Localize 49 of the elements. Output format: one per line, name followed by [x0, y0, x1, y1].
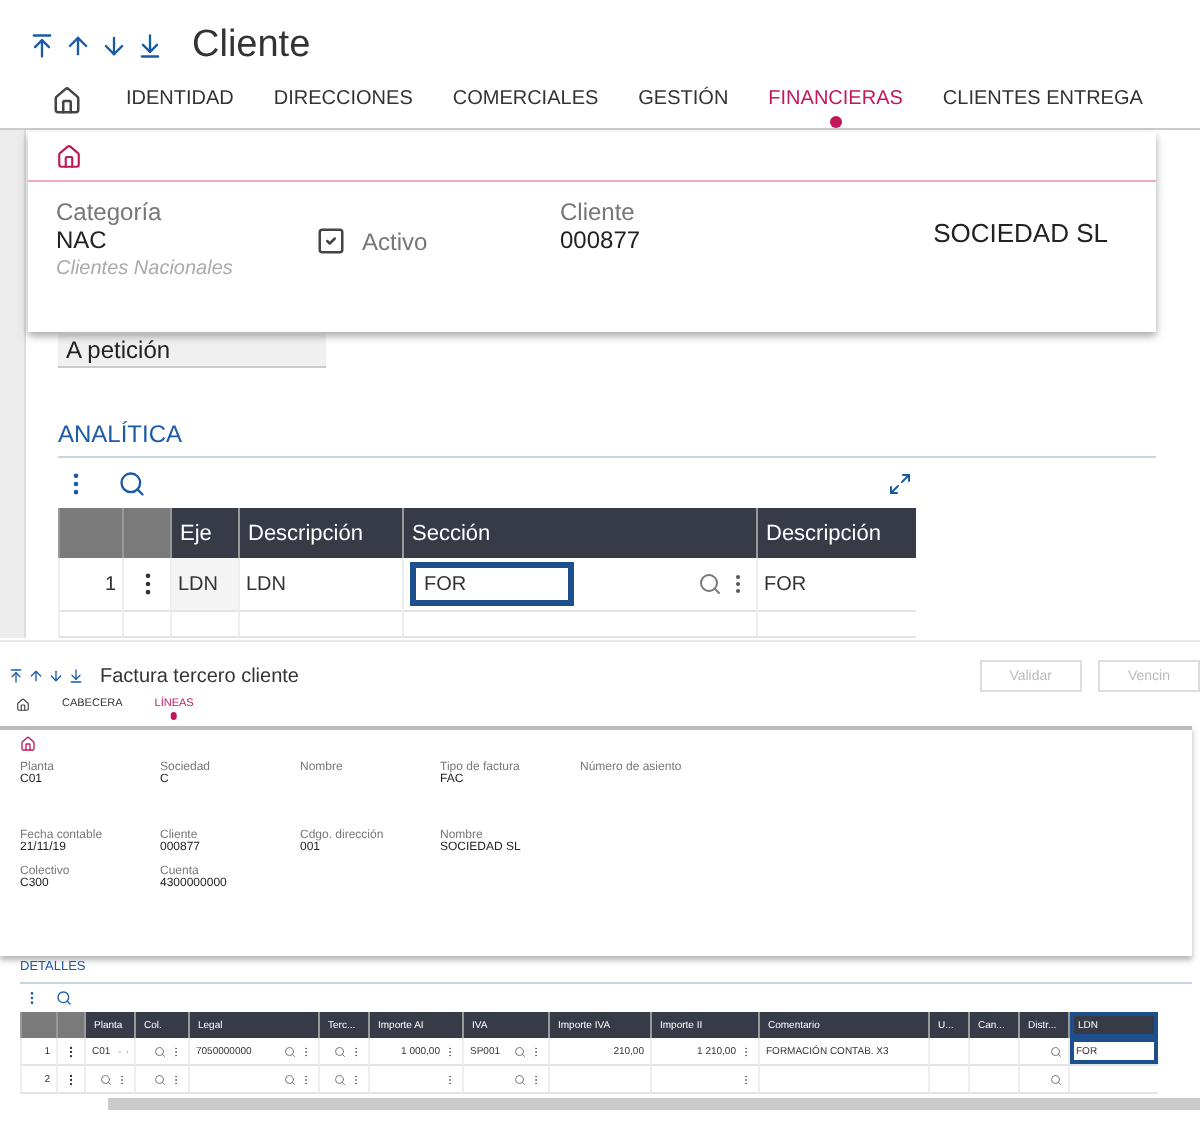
home-icon[interactable] [16, 697, 30, 711]
checkbox-checked-icon[interactable] [316, 226, 346, 256]
page-title: Factura tercero cliente [100, 665, 299, 687]
field-value: 000877 [560, 226, 643, 254]
tab[interactable]: GESTIÓN [618, 72, 749, 128]
table-cell: FOR [756, 558, 916, 612]
table-cell [928, 1038, 968, 1066]
table-cell: LDN [170, 558, 238, 612]
header-corner [56, 1012, 84, 1038]
header-corner [20, 1012, 56, 1038]
first-record-icon[interactable] [8, 668, 24, 684]
home-icon[interactable] [20, 736, 36, 752]
section-input[interactable]: FOR [410, 562, 574, 606]
horizontal-scrollbar[interactable] [108, 1098, 1200, 1110]
column-header: Descripción [756, 508, 916, 558]
field-label: Cliente [560, 198, 637, 226]
tab[interactable]: FINANCIERAS [748, 72, 923, 128]
page-title: Cliente [192, 24, 311, 68]
next-record-icon[interactable] [100, 32, 128, 60]
first-record-icon[interactable] [28, 32, 56, 60]
home-icon[interactable] [52, 85, 82, 115]
field-note: Clientes Nacionales [56, 258, 235, 280]
previous-record-icon[interactable] [28, 668, 44, 684]
field-value: NAC [56, 226, 109, 254]
tab[interactable]: IDENTIDAD [106, 72, 254, 128]
tab[interactable]: CLIENTES ENTREGA [922, 72, 1163, 128]
row-number: 1 [58, 558, 122, 612]
header-corner [58, 508, 122, 558]
checkbox-label: Activo [362, 227, 428, 255]
last-record-icon[interactable] [136, 32, 164, 60]
previous-record-icon[interactable] [64, 32, 92, 60]
field-label: Categoría [56, 198, 164, 226]
tab[interactable]: DIRECCIONES [253, 72, 433, 128]
table-cell: LDN [238, 558, 402, 612]
column-header: Descripción [238, 508, 402, 558]
expand-icon[interactable] [888, 471, 912, 495]
column-header: Sección [402, 508, 756, 558]
header-corner [122, 508, 170, 558]
section-title: ANALÍTICA [58, 420, 1156, 458]
company-name: SOCIEDAD SL [933, 216, 1108, 252]
home-icon[interactable] [56, 143, 82, 169]
last-record-icon[interactable] [68, 668, 84, 684]
row-menu-icon[interactable] [64, 1071, 78, 1087]
tab[interactable]: COMERCIALES [432, 72, 619, 128]
row-menu-icon[interactable] [64, 1043, 78, 1059]
table-cell [928, 1066, 968, 1094]
column-header: Eje [170, 508, 238, 558]
payment-select[interactable]: A petición [58, 334, 326, 368]
next-record-icon[interactable] [48, 668, 64, 684]
